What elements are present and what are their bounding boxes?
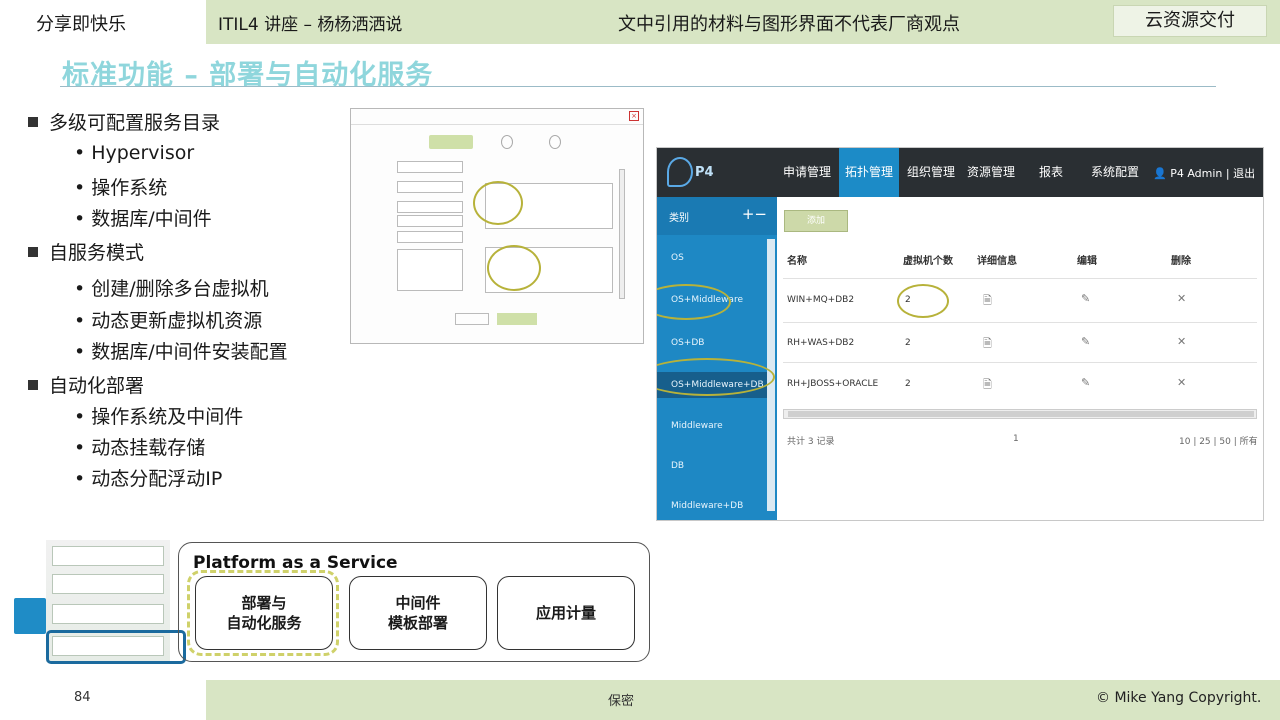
dialog-tab[interactable] [429,135,473,149]
edit-icon[interactable]: ✎ [1081,292,1090,305]
add-remove-icon[interactable]: +− [742,205,767,223]
table-row-vms: 2 [905,338,911,348]
nav-reports[interactable]: 报表 [1029,148,1073,197]
column-header-name[interactable]: 名称 [787,252,807,267]
nav-request[interactable]: 申请管理 [779,148,835,197]
table-row-vms: 2 [905,379,911,389]
bullet-item: 数据库/中间件安装配置 [74,337,287,364]
section-tag: 云资源交付 [1113,5,1267,37]
annotation-circle [473,181,523,225]
table-scrollbar[interactable] [783,409,1257,419]
column-header-vm-count[interactable]: 虚拟机个数 [903,252,953,267]
sidebar-item-db[interactable]: DB [657,453,769,479]
dialog-button[interactable] [497,313,537,325]
nav-organization[interactable]: 组织管理 [903,148,959,197]
table-row-name[interactable]: RH+JBOSS+ORACLE [787,379,878,389]
bullet-item: 数据库/中间件 [74,204,211,231]
pager-total: 共计 3 记录 [787,437,835,447]
dialog-field[interactable] [397,231,463,243]
dialog-button[interactable] [455,313,489,325]
app-logo-text: P4 [695,165,714,180]
disclaimer: 文中引用的材料与图形界面不代表厂商观点 [618,14,960,35]
brand-badge-icon [14,598,46,634]
logout-link[interactable]: 退出 [1233,167,1255,180]
dialog-field[interactable] [397,161,463,173]
bullet-item: 创建/删除多台虚拟机 [74,274,268,301]
square-bullet-icon [28,380,38,390]
details-icon[interactable]: 🗎 [983,292,992,311]
details-icon[interactable]: 🗎 [983,376,992,395]
table-row-name[interactable]: RH+WAS+DB2 [787,338,854,348]
close-icon[interactable]: × [629,111,639,121]
card-deployment-automation: 部署与 自动化服务 [195,576,333,650]
user-icon: 👤 [1153,167,1167,180]
pager-page[interactable]: 1 [1013,434,1019,444]
architecture-thumbnail [14,540,186,664]
dialog-textarea[interactable] [397,249,463,291]
card-middleware-template: 中间件 模板部署 [349,576,487,650]
bullet-item: Hypervisor [74,142,194,164]
square-bullet-icon [28,247,38,257]
nav-resources[interactable]: 资源管理 [963,148,1019,197]
bullet-group-self-service: 自服务模式 [28,238,144,265]
username: P4 Admin [1170,167,1223,180]
card-application-metering: 应用计量 [497,576,635,650]
thumbnail-layer [52,604,164,624]
delete-icon[interactable]: ✕ [1177,292,1186,305]
annotation-circle [487,245,541,291]
dialog-tab-icon[interactable] [501,135,513,149]
p4-logo-icon [667,157,693,187]
thumbnail-layer [52,574,164,594]
course-title: ITIL4 讲座 – 杨杨洒洒说 [218,15,403,35]
sidebar-item-middleware[interactable]: Middleware [657,413,769,439]
dialog-field[interactable] [397,215,463,227]
add-button[interactable]: 添加 [784,210,848,232]
dialog-scrollbar[interactable] [619,169,625,299]
bullet-item: 操作系统 [74,173,167,200]
dialog-field[interactable] [397,181,463,193]
column-header-delete[interactable]: 删除 [1171,252,1191,267]
pager-page-sizes[interactable]: 10 | 25 | 50 | 所有 [1179,434,1258,447]
square-bullet-icon [28,117,38,127]
sidebar-item-middleware-db[interactable]: Middleware+DB [657,493,769,519]
details-icon[interactable]: 🗎 [983,335,992,354]
confidential-label: 保密 [608,694,635,709]
page-number: 84 [74,690,91,705]
bullet-item: 操作系统及中间件 [74,402,243,429]
sidebar-item-os-db[interactable]: OS+DB [657,330,769,356]
delete-icon[interactable]: ✕ [1177,376,1186,389]
header-left-label: 分享即快乐 [0,0,206,44]
bullet-group-automation: 自动化部署 [28,371,144,398]
bullet-item: 动态分配浮动IP [74,464,222,491]
table-row-name[interactable]: WIN+MQ+DB2 [787,295,854,305]
column-header-details[interactable]: 详细信息 [977,252,1017,267]
thumbnail-layer [52,546,164,566]
paas-panel: Platform as a Service 部署与 自动化服务 中间件 模板部署… [178,542,650,662]
annotation-circle [897,284,949,318]
copyright: © Mike Yang Copyright. [1096,690,1262,706]
scrollbar-thumb[interactable] [788,411,1254,417]
thumbnail-highlight [46,630,186,664]
p4-app-screenshot: P4 申请管理 拓扑管理 组织管理 资源管理 报表 系统配置 👤 P4 Admi… [656,147,1264,521]
row-divider [783,322,1257,323]
bullet-item: 动态更新虚拟机资源 [74,306,262,333]
bullet-group-catalog: 多级可配置服务目录 [28,108,220,135]
edit-icon[interactable]: ✎ [1081,376,1090,389]
row-divider [783,278,1257,279]
deploy-dialog-screenshot: × [350,108,644,344]
bullet-item: 动态挂载存储 [74,433,205,460]
dialog-tab-icon[interactable] [549,135,561,149]
nav-system-config[interactable]: 系统配置 [1085,148,1145,197]
row-divider [783,362,1257,363]
dialog-titlebar [351,109,643,125]
sidebar-item-os[interactable]: OS [657,245,769,271]
nav-topology[interactable]: 拓扑管理 [839,148,899,197]
delete-icon[interactable]: ✕ [1177,335,1186,348]
title-divider [60,86,1216,87]
edit-icon[interactable]: ✎ [1081,335,1090,348]
column-header-edit[interactable]: 编辑 [1077,252,1097,267]
user-menu[interactable]: 👤 P4 Admin | 退出 [1153,165,1255,181]
dialog-field[interactable] [397,201,463,213]
